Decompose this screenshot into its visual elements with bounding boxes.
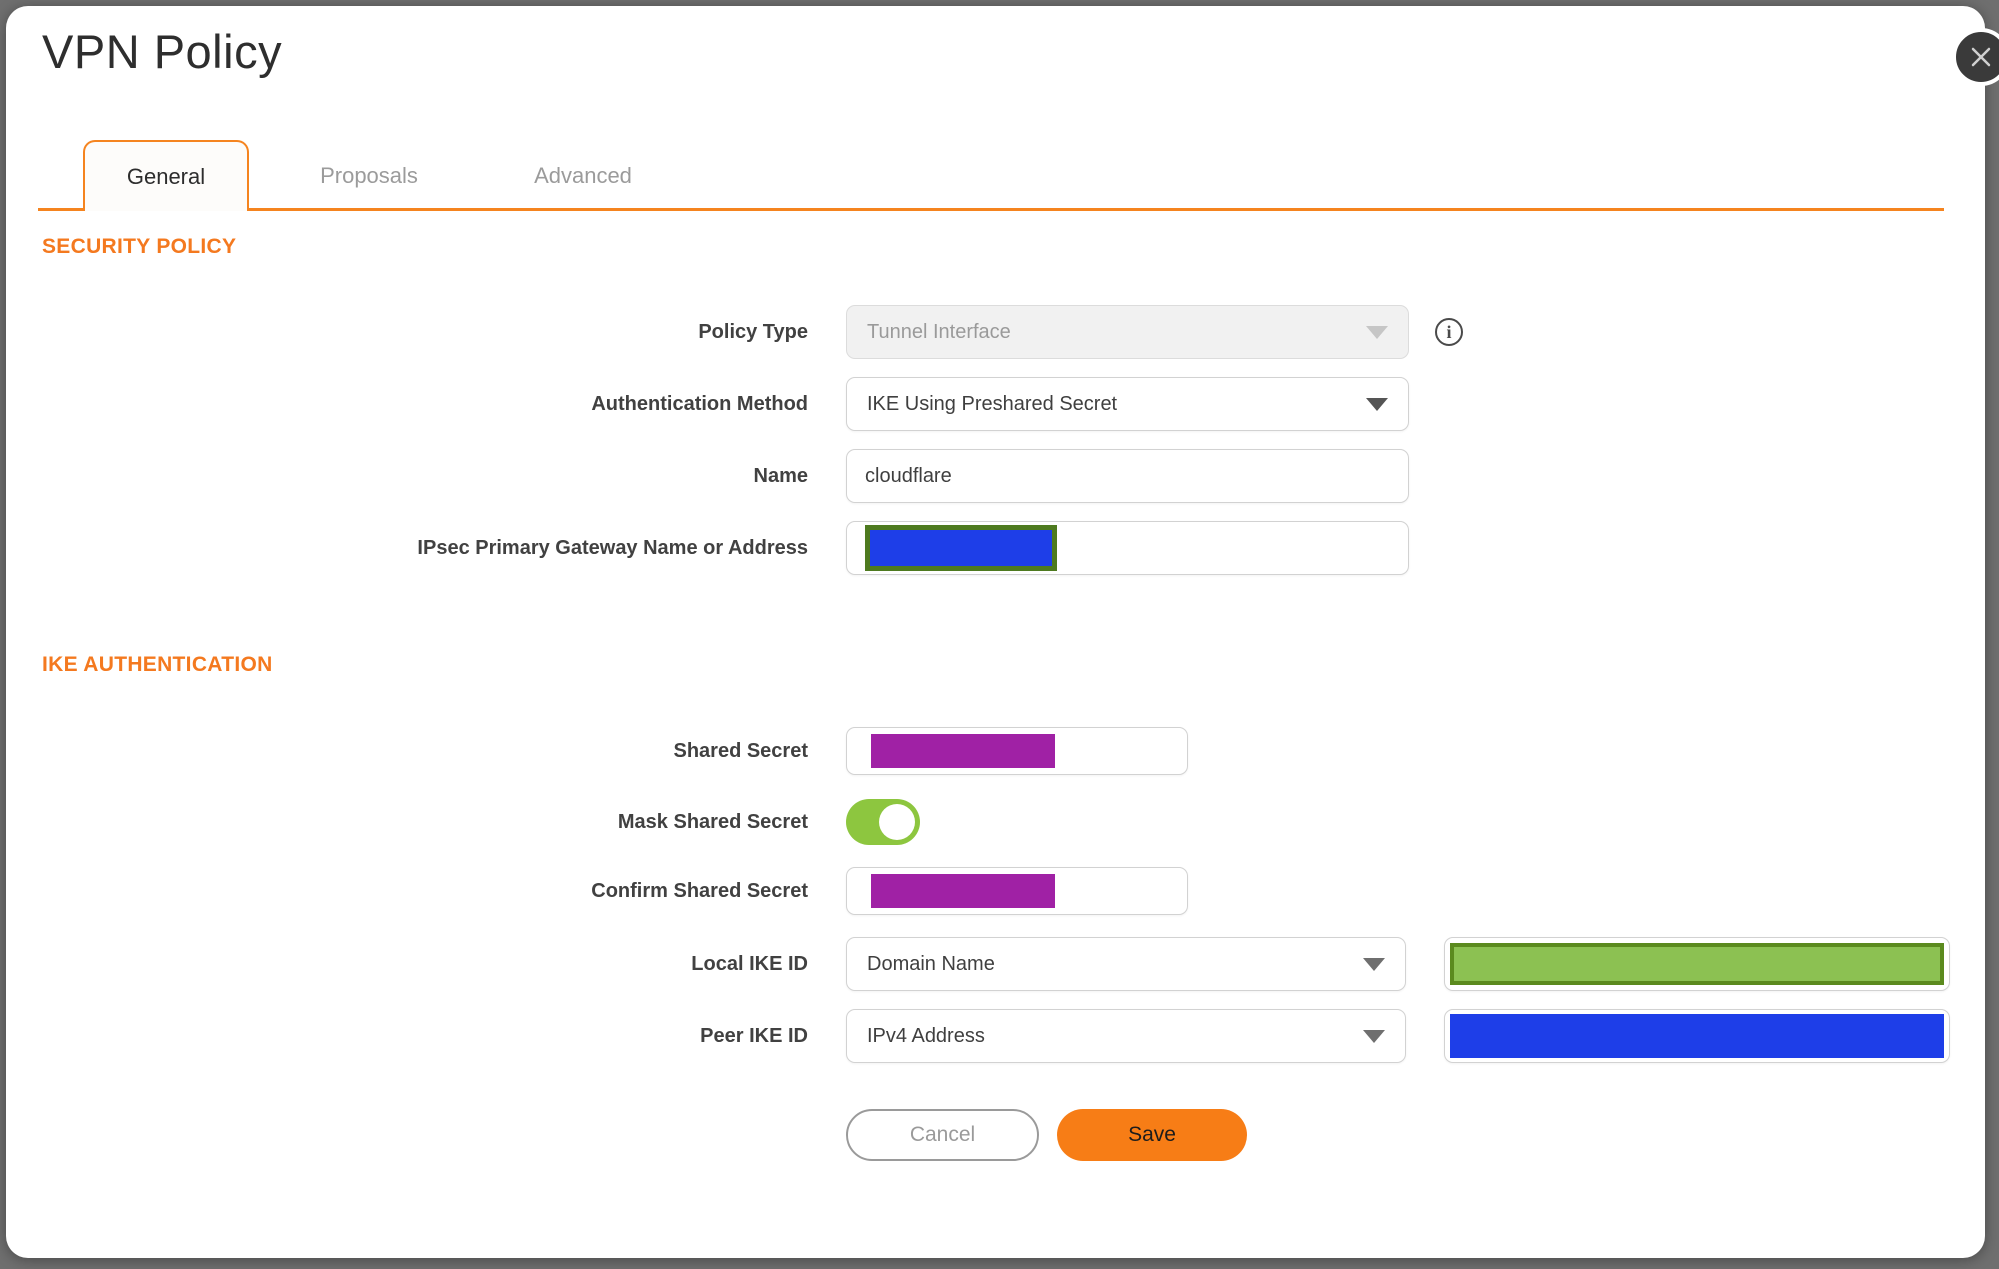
shared-secret-row: Shared Secret bbox=[6, 727, 1985, 775]
tab-underline bbox=[38, 208, 1944, 211]
mask-shared-secret-toggle[interactable] bbox=[846, 799, 920, 845]
chevron-down-icon bbox=[1366, 397, 1388, 411]
name-row: Name bbox=[6, 449, 1985, 503]
tab-proposals-label: Proposals bbox=[320, 162, 418, 188]
tab-content-general: SECURITY POLICY Policy Type Tunnel Inter… bbox=[6, 217, 1985, 1161]
ipsec-primary-gateway-input[interactable] bbox=[846, 521, 1409, 575]
name-input[interactable] bbox=[846, 449, 1409, 503]
policy-type-row: Policy Type Tunnel Interface i bbox=[6, 305, 1985, 359]
peer-ike-id-label: Peer IKE ID bbox=[700, 1024, 808, 1047]
close-icon bbox=[1971, 47, 1991, 67]
gateway-redacted-value bbox=[865, 525, 1057, 571]
peer-ike-id-redacted-value bbox=[1450, 1014, 1944, 1058]
toggle-knob bbox=[879, 804, 915, 840]
confirm-shared-secret-row: Confirm Shared Secret bbox=[6, 867, 1985, 915]
section-security-policy: SECURITY POLICY bbox=[42, 235, 237, 258]
ipsec-primary-gateway-label: IPsec Primary Gateway Name or Address bbox=[417, 536, 808, 559]
name-label: Name bbox=[753, 464, 808, 487]
local-ike-id-value-input[interactable] bbox=[1444, 937, 1950, 991]
chevron-down-icon bbox=[1363, 1029, 1385, 1043]
tab-advanced[interactable]: Advanced bbox=[500, 140, 666, 211]
chevron-down-icon bbox=[1366, 325, 1388, 339]
chevron-down-icon bbox=[1363, 957, 1385, 971]
mask-shared-secret-row: Mask Shared Secret bbox=[6, 799, 1985, 845]
save-button[interactable]: Save bbox=[1057, 1109, 1247, 1161]
screen-backdrop: VPN Policy General Proposals Advanced SE… bbox=[0, 0, 1999, 1269]
info-icon[interactable]: i bbox=[1435, 318, 1463, 346]
cancel-button[interactable]: Cancel bbox=[846, 1109, 1039, 1161]
local-ike-id-type-value: Domain Name bbox=[867, 952, 995, 975]
shared-secret-redacted-value bbox=[871, 734, 1055, 768]
authentication-method-select[interactable]: IKE Using Preshared Secret bbox=[846, 377, 1409, 431]
dialog-title: VPN Policy bbox=[42, 25, 283, 78]
tab-proposals[interactable]: Proposals bbox=[286, 140, 452, 211]
authentication-method-row: Authentication Method IKE Using Preshare… bbox=[6, 377, 1985, 431]
local-ike-id-redacted-value bbox=[1450, 943, 1944, 985]
tab-general-label: General bbox=[126, 163, 206, 189]
confirm-shared-secret-input[interactable] bbox=[846, 867, 1188, 915]
peer-ike-id-value-input[interactable] bbox=[1444, 1009, 1950, 1063]
peer-ike-id-row: Peer IKE ID IPv4 Address bbox=[6, 1009, 1985, 1063]
policy-type-select: Tunnel Interface bbox=[846, 305, 1409, 359]
shared-secret-label: Shared Secret bbox=[673, 739, 808, 762]
section-ike-authentication: IKE AUTHENTICATION bbox=[42, 653, 273, 676]
dialog-actions: Cancel Save bbox=[6, 1109, 1985, 1161]
local-ike-id-label: Local IKE ID bbox=[691, 952, 808, 975]
shared-secret-input[interactable] bbox=[846, 727, 1188, 775]
tab-general[interactable]: General bbox=[83, 140, 249, 211]
peer-ike-id-type-select[interactable]: IPv4 Address bbox=[846, 1009, 1406, 1063]
local-ike-id-type-select[interactable]: Domain Name bbox=[846, 937, 1406, 991]
confirm-shared-secret-redacted-value bbox=[871, 874, 1055, 908]
confirm-shared-secret-label: Confirm Shared Secret bbox=[591, 879, 808, 902]
policy-type-value: Tunnel Interface bbox=[867, 320, 1011, 343]
peer-ike-id-type-value: IPv4 Address bbox=[867, 1024, 985, 1047]
vpn-policy-dialog: VPN Policy General Proposals Advanced SE… bbox=[6, 6, 1985, 1258]
tab-bar: General Proposals Advanced bbox=[38, 140, 1944, 211]
ipsec-primary-gateway-row: IPsec Primary Gateway Name or Address bbox=[6, 521, 1985, 575]
tab-advanced-label: Advanced bbox=[534, 162, 632, 188]
mask-shared-secret-label: Mask Shared Secret bbox=[617, 810, 808, 833]
authentication-method-value: IKE Using Preshared Secret bbox=[867, 392, 1118, 415]
authentication-method-label: Authentication Method bbox=[591, 392, 808, 415]
policy-type-label: Policy Type bbox=[698, 320, 808, 343]
local-ike-id-row: Local IKE ID Domain Name bbox=[6, 937, 1985, 991]
